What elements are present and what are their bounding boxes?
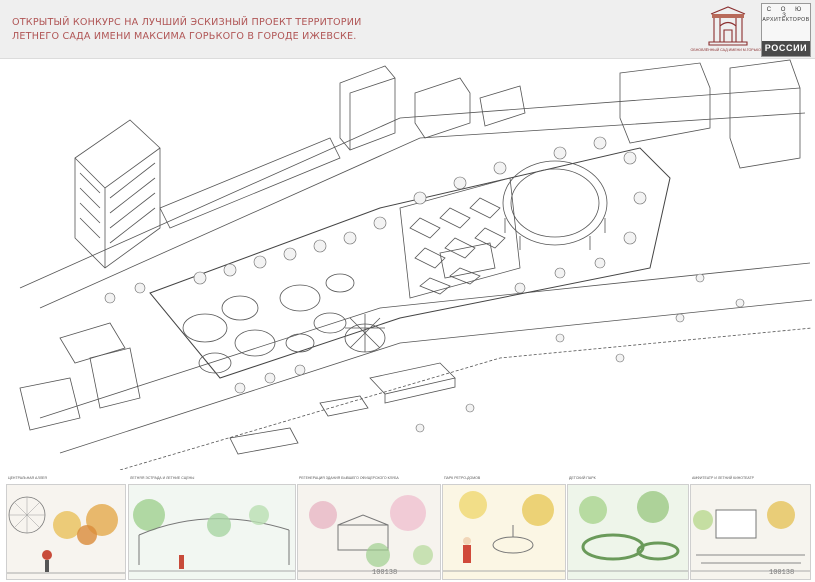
central-alley-sketch <box>7 485 125 579</box>
axonometric-master-plan <box>19 59 813 470</box>
office-tower <box>74 119 161 269</box>
panel-officers-club: 100138 <box>297 484 441 580</box>
panel-caption-1: центральная аллея <box>8 476 47 480</box>
panel-number-3: 100138 <box>372 569 398 577</box>
railway-lower-2 <box>59 299 813 454</box>
union-logo-bottom: РОССИИ <box>762 41 810 56</box>
retro-houses-sketch <box>443 485 565 579</box>
panel-caption-3: регенерация здания бывшего офицерского к… <box>299 476 399 480</box>
panel-caption-2: летняя эстрада и летние сцены <box>130 476 195 480</box>
summer-stage-sketch <box>129 485 295 579</box>
panel-summer-stage <box>128 484 296 580</box>
officers-club-sketch <box>298 485 440 579</box>
panel-number-6: 100138 <box>769 569 795 577</box>
union-of-architects-logo: С О Ю З АРХИТЕКТОРОВ РОССИИ <box>761 3 811 57</box>
panel-central-alley <box>6 484 126 580</box>
org-caption: ОБНОВЛЁННЫЙ САД ИМЕНИ М.ГОРЬКОГО <box>690 48 766 52</box>
upper-buildings <box>159 59 801 229</box>
garden-boundary <box>149 147 671 379</box>
title-line-2: ЛЕТНЕГО САДА ИМЕНИ МАКСИМА ГОРЬКОГО В ГО… <box>12 31 357 42</box>
union-logo-middle: АРХИТЕКТОРОВ <box>762 17 810 23</box>
children-park-sketch <box>568 485 688 579</box>
panel-caption-6: амфитеатр и летний кинотеатр <box>692 476 754 480</box>
header-bar: ОТКРЫТЫЙ КОНКУРС НА ЛУЧШИЙ ЭСКИЗНЫЙ ПРОЕ… <box>0 0 815 59</box>
oval-amphitheatre <box>502 160 608 250</box>
round-pavilions <box>182 273 386 374</box>
panel-children-park <box>567 484 689 580</box>
panel-amphitheatre-cinema: 100138 <box>690 484 811 580</box>
lower-pavilions <box>19 242 496 455</box>
trees <box>104 136 745 433</box>
amphitheatre-cinema-sketch <box>691 485 810 579</box>
panel-caption-5: детский парк <box>569 476 596 480</box>
riverbank <box>119 327 813 470</box>
panel-caption-4: парк ретро-домов <box>444 476 481 480</box>
title-line-1: ОТКРЫТЫЙ КОНКУРС НА ЛУЧШИЙ ЭСКИЗНЫЙ ПРОЕ… <box>12 17 362 28</box>
street-upper <box>19 87 801 289</box>
panel-retro-houses <box>442 484 566 580</box>
street-upper-2 <box>39 112 806 309</box>
